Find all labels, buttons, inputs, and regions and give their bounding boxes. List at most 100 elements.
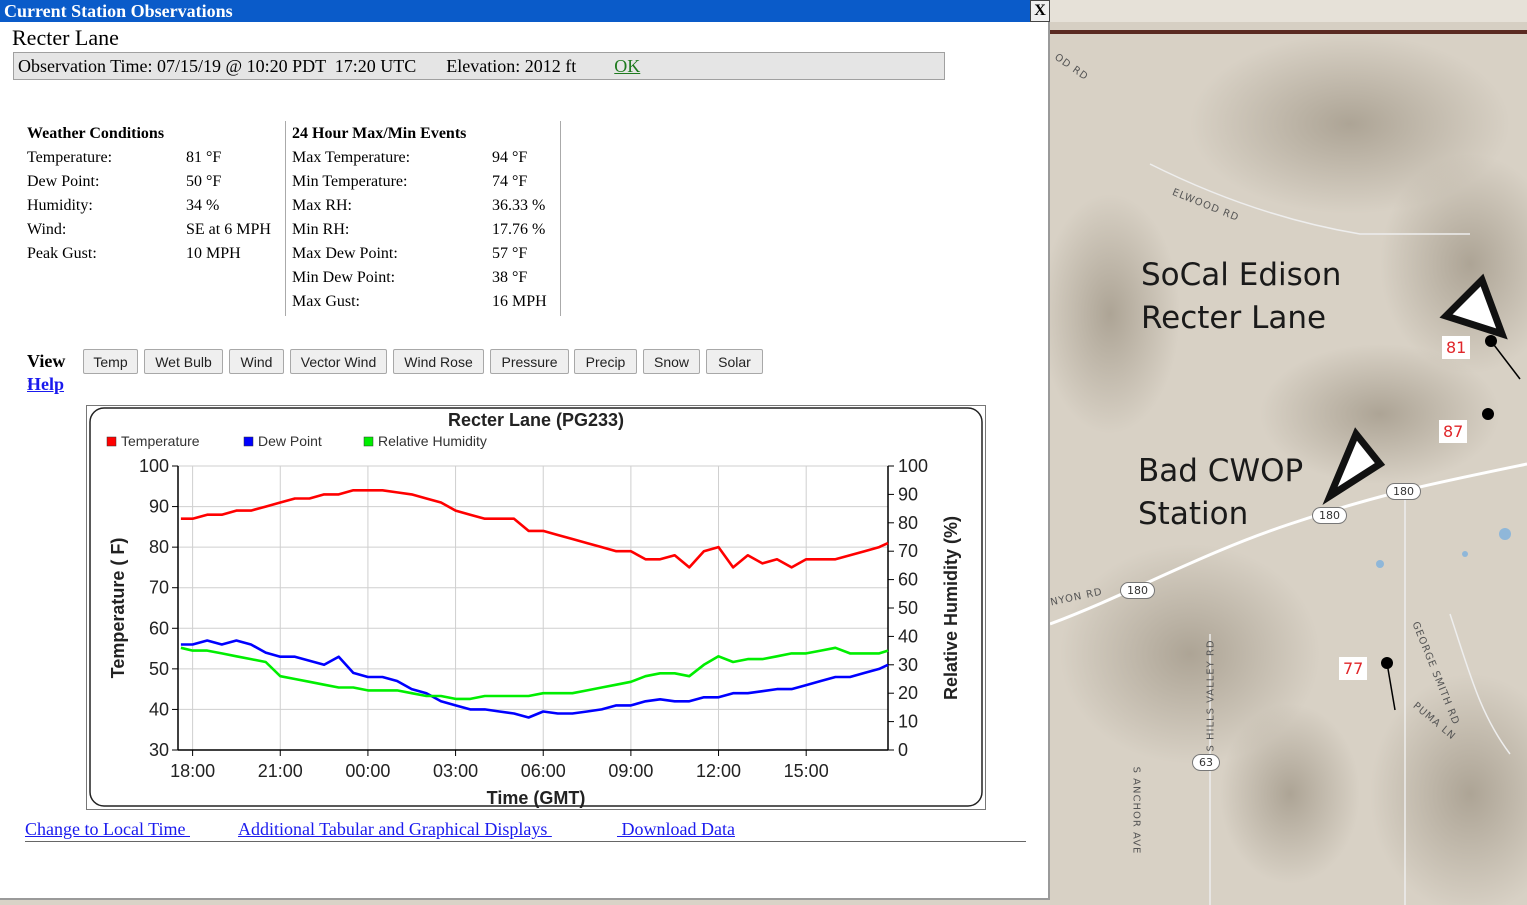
y-tick-label-right: 40 (898, 626, 918, 646)
station-name: Recter Lane (12, 25, 119, 50)
x-tick-label: 09:00 (608, 761, 653, 781)
road-label-hills-valley: S HILLS VALLEY RD (1205, 639, 1217, 752)
elevation: Elevation: 2012 ft (446, 56, 577, 76)
close-button[interactable]: X (1030, 0, 1050, 22)
maxmin-row: Min Dew Point: 38 °F (292, 266, 560, 290)
weather-label: Wind: (27, 221, 67, 238)
weather-value: SE at 6 MPH (186, 221, 271, 238)
chart-frame: Recter Lane (PG233) Temperature Dew Point R… (86, 405, 986, 810)
route-180-shield-3: 180 (1120, 582, 1155, 599)
view-button-wind-rose[interactable]: Wind Rose (393, 349, 484, 374)
y-tick-label-right: 20 (898, 683, 918, 703)
maxmin-row: Min RH: 17.76 % (292, 218, 560, 242)
chart-border (89, 407, 983, 807)
maxmin-value: 74 °F (492, 173, 528, 190)
road-label-anchor: S ANCHOR AVE (1130, 766, 1142, 855)
view-button-precip[interactable]: Precip (574, 349, 637, 374)
map-panel[interactable]: SoCal Edison Recter Lane Bad CWOP Station … (1050, 0, 1527, 905)
legend-label-0: Temperature (121, 433, 200, 449)
x-tick-label: 06:00 (521, 761, 566, 781)
weather-label: Dew Point: (27, 173, 100, 190)
maxmin-label: Max RH: (292, 197, 352, 214)
legend-label-1: Dew Point (258, 433, 322, 449)
table-divider-right (560, 121, 561, 316)
station-value-81[interactable]: 81 (1442, 336, 1471, 359)
legend-swatch-1 (243, 436, 254, 447)
x-axis-label: Time (GMT) (487, 788, 586, 808)
x-tick-label: 18:00 (170, 761, 215, 781)
view-button-wind[interactable]: Wind (229, 349, 284, 374)
maxmin-value: 36.33 % (492, 197, 546, 214)
maxmin-label: Max Gust: (292, 293, 360, 310)
change-local-time-link[interactable]: Change to Local Time (25, 819, 190, 840)
y-tick-label-left: 60 (149, 618, 169, 638)
maxmin-row: Max RH: 36.33 % (292, 194, 560, 218)
legend-label-2: Relative Humidity (378, 433, 487, 449)
weather-row: Peak Gust: 10 MPH (27, 242, 287, 266)
y-axis-label-right: Relative Humidity (%) (941, 516, 961, 700)
y-tick-label-left: 70 (149, 578, 169, 598)
x-tick-label: 03:00 (433, 761, 478, 781)
y-tick-label-left: 90 (149, 497, 169, 517)
legend-swatch-2 (363, 436, 374, 447)
weather-value: 34 % (186, 197, 220, 214)
weather-row: Wind: SE at 6 MPH (27, 218, 287, 242)
y-tick-label-left: 30 (149, 740, 169, 760)
maxmin-label: Max Dew Point: (292, 245, 398, 262)
x-tick-label: 15:00 (784, 761, 829, 781)
y-tick-label-right: 70 (898, 541, 918, 561)
x-tick-label: 21:00 (258, 761, 303, 781)
legend-swatch-0 (106, 436, 117, 447)
map-label-bad-cwop: Bad CWOP Station (1138, 453, 1304, 532)
view-button-vector-wind[interactable]: Vector Wind (290, 349, 387, 374)
station-value-77[interactable]: 77 (1339, 657, 1368, 680)
view-button-snow[interactable]: Snow (643, 349, 700, 374)
maxmin-value: 57 °F (492, 245, 528, 262)
weather-row: Dew Point: 50 °F (27, 170, 287, 194)
maxmin-value: 17.76 % (492, 221, 546, 238)
route-63-shield: 63 (1192, 754, 1220, 771)
map-label-socal: SoCal Edison Recter Lane (1141, 257, 1342, 336)
maxmin-value: 94 °F (492, 149, 528, 166)
weather-heading: Weather Conditions (27, 125, 165, 142)
ok-link[interactable]: OK (614, 56, 640, 76)
observations-popup: Current Station Observations X Recter La… (0, 0, 1050, 900)
maxmin-row: Min Temperature: 74 °F (292, 170, 560, 194)
help-link[interactable]: Help (27, 374, 64, 395)
maxmin-label: Min Temperature: (292, 173, 408, 190)
maxmin-row: Max Dew Point: 57 °F (292, 242, 560, 266)
y-tick-label-right: 50 (898, 598, 918, 618)
series-line-temperature (180, 489, 889, 569)
x-tick-label: 00:00 (345, 761, 390, 781)
y-tick-label-left: 50 (149, 659, 169, 679)
meteogram-chart: Recter Lane (PG233) Temperature Dew Point R… (89, 407, 983, 808)
table-divider (285, 121, 286, 316)
view-button-wet-bulb[interactable]: Wet Bulb (144, 349, 223, 374)
popup-title: Current Station Observations (0, 0, 1050, 22)
y-tick-label-right: 60 (898, 570, 918, 590)
tabular-displays-link[interactable]: Additional Tabular and Graphical Display… (238, 819, 552, 840)
maxmin-label: Min Dew Point: (292, 269, 396, 286)
y-tick-label-right: 0 (898, 740, 908, 760)
maxmin-row: Max Temperature: 94 °F (292, 146, 560, 170)
route-180-shield: 180 (1312, 507, 1347, 524)
weather-row: Humidity: 34 % (27, 194, 287, 218)
weather-value: 10 MPH (186, 245, 241, 262)
view-button-pressure[interactable]: Pressure (490, 349, 569, 374)
weather-label: Peak Gust: (27, 245, 97, 262)
x-tick-label: 12:00 (696, 761, 741, 781)
y-tick-label-right: 80 (898, 513, 918, 533)
y-tick-label-left: 100 (139, 456, 169, 476)
maxmin-label: Min RH: (292, 221, 350, 238)
y-tick-label-left: 40 (149, 699, 169, 719)
maxmin-label: Max Temperature: (292, 149, 411, 166)
view-button-solar[interactable]: Solar (706, 349, 763, 374)
station-value-87[interactable]: 87 (1439, 420, 1468, 443)
route-180-shield-2: 180 (1386, 483, 1421, 500)
view-button-temp[interactable]: Temp (83, 349, 138, 374)
weather-label: Temperature: (27, 149, 113, 166)
maxmin-row: Max Gust: 16 MPH (292, 290, 560, 314)
maxmin-heading: 24 Hour Max/Min Events (292, 125, 467, 142)
weather-row: Temperature: 81 °F (27, 146, 287, 170)
download-data-link[interactable]: Download Data (617, 819, 735, 840)
